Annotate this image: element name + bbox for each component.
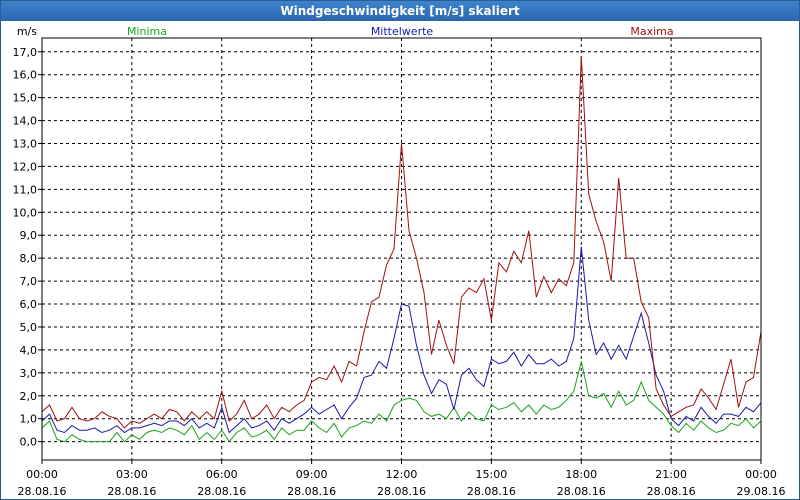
y-tick-label: 6,0 bbox=[20, 298, 38, 311]
x-tick-time: 00:00 bbox=[26, 468, 58, 481]
x-tick-time: 18:00 bbox=[565, 468, 597, 481]
y-tick-label: 15,0 bbox=[13, 92, 38, 105]
x-tick-date: 28.08.16 bbox=[287, 485, 336, 498]
legend-item-minima: Minima bbox=[127, 25, 167, 38]
y-tick-label: 14,0 bbox=[13, 115, 38, 128]
x-tick-time: 21:00 bbox=[655, 468, 687, 481]
x-tick-date: 28.08.16 bbox=[107, 485, 156, 498]
y-tick-label: 4,0 bbox=[20, 344, 38, 357]
y-tick-label: 8,0 bbox=[20, 252, 38, 265]
y-tick-label: 16,0 bbox=[13, 69, 38, 82]
y-tick-label: 1,0 bbox=[20, 413, 38, 426]
wind-speed-chart: 0,0 1,0 2,0 3,0 4,0 5,0 6,0 7,0 8,0 9,0 10,0 11,0 12… bbox=[13, 25, 786, 498]
x-tick-time: 09:00 bbox=[296, 468, 328, 481]
y-tick-label: 5,0 bbox=[20, 321, 38, 334]
legend-item-maxima: Maxima bbox=[630, 25, 673, 38]
y-tick-label: 10,0 bbox=[13, 206, 38, 219]
y-tick-label: 12,0 bbox=[13, 160, 38, 173]
x-tick-date: 28.08.16 bbox=[18, 485, 67, 498]
axis-labels: 0,0 1,0 2,0 3,0 4,0 5,0 6,0 7,0 8,0 9,0 10,0 11,0 12… bbox=[13, 25, 786, 498]
legend: Minima Mittelwerte Maxima bbox=[127, 25, 674, 38]
y-tick-label: 11,0 bbox=[13, 183, 38, 196]
y-tick-label: 17,0 bbox=[13, 46, 38, 59]
x-tick-time: 12:00 bbox=[386, 468, 418, 481]
x-tick-time: 06:00 bbox=[206, 468, 238, 481]
x-tick-date: 28.08.16 bbox=[467, 485, 516, 498]
y-tick-label: 3,0 bbox=[20, 367, 38, 380]
y-tick-label: 7,0 bbox=[20, 275, 38, 288]
x-tick-date: 28.08.16 bbox=[197, 485, 246, 498]
x-tick-time: 00:00 bbox=[745, 468, 777, 481]
legend-item-mittelwerte: Mittelwerte bbox=[371, 25, 434, 38]
y-tick-label: 13,0 bbox=[13, 138, 38, 151]
y-unit-label: m/s bbox=[17, 25, 37, 38]
y-tick-label: 9,0 bbox=[20, 229, 38, 242]
y-tick-label: 2,0 bbox=[20, 390, 38, 403]
x-tick-date: 28.08.16 bbox=[647, 485, 696, 498]
x-tick-date: 28.08.16 bbox=[557, 485, 606, 498]
x-tick-time: 15:00 bbox=[476, 468, 508, 481]
x-tick-time: 03:00 bbox=[116, 468, 148, 481]
x-tick-date: 28.08.16 bbox=[377, 485, 426, 498]
y-tick-label: 0,0 bbox=[20, 436, 38, 449]
x-tick-date: 29.08.16 bbox=[737, 485, 786, 498]
grid bbox=[38, 38, 762, 464]
